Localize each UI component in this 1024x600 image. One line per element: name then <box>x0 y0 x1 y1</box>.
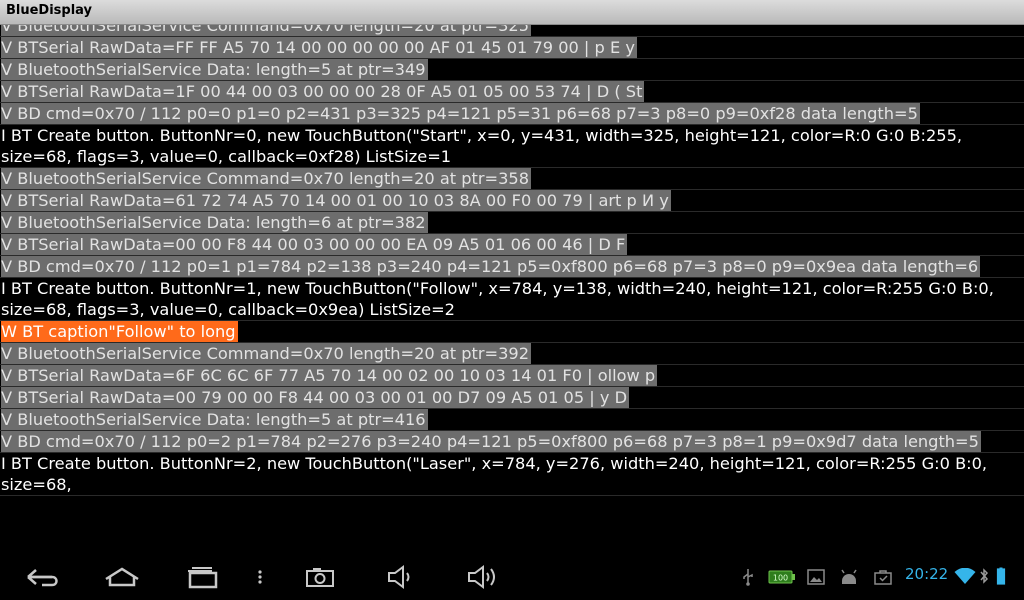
log-line-text: W BT caption"Follow" to long <box>1 321 238 342</box>
log-line: V BTSerial RawData=00 79 00 00 F8 44 00 … <box>0 387 1024 409</box>
log-line: V BD cmd=0x70 / 112 p0=0 p1=0 p2=431 p3=… <box>0 103 1024 125</box>
system-navigation-bar: 100 20:22 <box>0 553 1024 600</box>
log-line-text: V BluetoothSerialService Data: length=5 … <box>1 59 428 80</box>
log-line: W BT caption"Follow" to long <box>0 321 1024 343</box>
log-line-text: V BluetoothSerialService Command=0x70 le… <box>1 168 532 189</box>
log-line: V BTSerial RawData=6F 6C 6C 6F 77 A5 70 … <box>0 365 1024 387</box>
log-line: V BluetoothSerialService Command=0x70 le… <box>0 343 1024 365</box>
log-line: V BD cmd=0x70 / 112 p0=2 p1=784 p2=276 p… <box>0 431 1024 453</box>
log-line-text: V BD cmd=0x70 / 112 p0=0 p1=0 p2=431 p3=… <box>1 103 920 124</box>
log-line-text: I BT Create button. ButtonNr=1, new Touc… <box>1 279 994 319</box>
back-icon[interactable] <box>20 561 64 593</box>
log-line: V BluetoothSerialService Data: length=5 … <box>0 409 1024 431</box>
recent-apps-icon[interactable] <box>180 561 224 593</box>
screenshot-camera-icon[interactable] <box>300 561 340 593</box>
image-notification-icon <box>806 568 826 586</box>
log-line: I BT Create button. ButtonNr=2, new Touc… <box>0 453 1024 496</box>
log-line: V BluetoothSerialService Data: length=6 … <box>0 212 1024 234</box>
log-line: V BTSerial RawData=00 00 F8 44 00 03 00 … <box>0 234 1024 256</box>
log-line: V BTSerial RawData=FF FF A5 70 14 00 00 … <box>0 37 1024 59</box>
android-notification-icon <box>838 568 860 586</box>
log-line-text: V BTSerial RawData=00 00 F8 44 00 03 00 … <box>1 234 628 255</box>
log-line-text: V BTSerial RawData=61 72 74 A5 70 14 00 … <box>1 190 671 211</box>
log-line-text: V BD cmd=0x70 / 112 p0=2 p1=784 p2=276 p… <box>1 431 981 452</box>
log-line: V BluetoothSerialService Data: length=5 … <box>0 59 1024 81</box>
battery-level-label: 100 <box>773 574 788 583</box>
log-line: V BTSerial RawData=1F 00 44 00 03 00 00 … <box>0 81 1024 103</box>
log-line: V BTSerial RawData=61 72 74 A5 70 14 00 … <box>0 190 1024 212</box>
menu-dots-icon[interactable] <box>250 561 270 593</box>
log-line-text: V BluetoothSerialService Data: length=5 … <box>1 409 428 430</box>
volume-down-icon[interactable] <box>380 561 420 593</box>
log-line: I BT Create button. ButtonNr=1, new Touc… <box>0 278 1024 321</box>
home-icon[interactable] <box>100 561 144 593</box>
log-line-text: V BTSerial RawData=FF FF A5 70 14 00 00 … <box>1 37 637 58</box>
log-line-text: V BD cmd=0x70 / 112 p0=1 p1=784 p2=138 p… <box>1 256 981 277</box>
log-line-text: V BTSerial RawData=6F 6C 6C 6F 77 A5 70 … <box>1 365 658 386</box>
battery-icon: 100 <box>768 567 796 587</box>
log-line-text: V BTSerial RawData=00 79 00 00 F8 44 00 … <box>1 387 630 408</box>
status-clock: 20:22 <box>905 565 949 583</box>
briefcase-notification-icon <box>872 568 894 586</box>
log-line-text: I BT Create button. ButtonNr=0, new Touc… <box>1 126 963 166</box>
log-line-text: V BluetoothSerialService Command=0x70 le… <box>1 25 532 36</box>
bluetooth-icon <box>978 566 990 586</box>
log-line-text: I BT Create button. ButtonNr=2, new Touc… <box>1 454 988 494</box>
volume-up-icon[interactable] <box>460 561 504 593</box>
log-view[interactable]: V BluetoothSerialService Command=0x70 le… <box>0 25 1024 553</box>
wifi-icon <box>954 567 976 585</box>
title-bar: BlueDisplay <box>0 0 1024 25</box>
log-line: I BT Create button. ButtonNr=0, new Touc… <box>0 125 1024 168</box>
signal-battery-icon <box>994 566 1008 586</box>
window-title: BlueDisplay <box>6 3 93 18</box>
log-line: V BD cmd=0x70 / 112 p0=1 p1=784 p2=138 p… <box>0 256 1024 278</box>
log-line-text: V BluetoothSerialService Data: length=6 … <box>1 212 428 233</box>
log-line: V BluetoothSerialService Command=0x70 le… <box>0 168 1024 190</box>
usb-icon <box>740 567 756 587</box>
log-line: V BluetoothSerialService Command=0x70 le… <box>0 25 1024 37</box>
log-line-text: V BluetoothSerialService Command=0x70 le… <box>1 343 532 364</box>
log-line-text: V BTSerial RawData=1F 00 44 00 03 00 00 … <box>1 81 645 102</box>
